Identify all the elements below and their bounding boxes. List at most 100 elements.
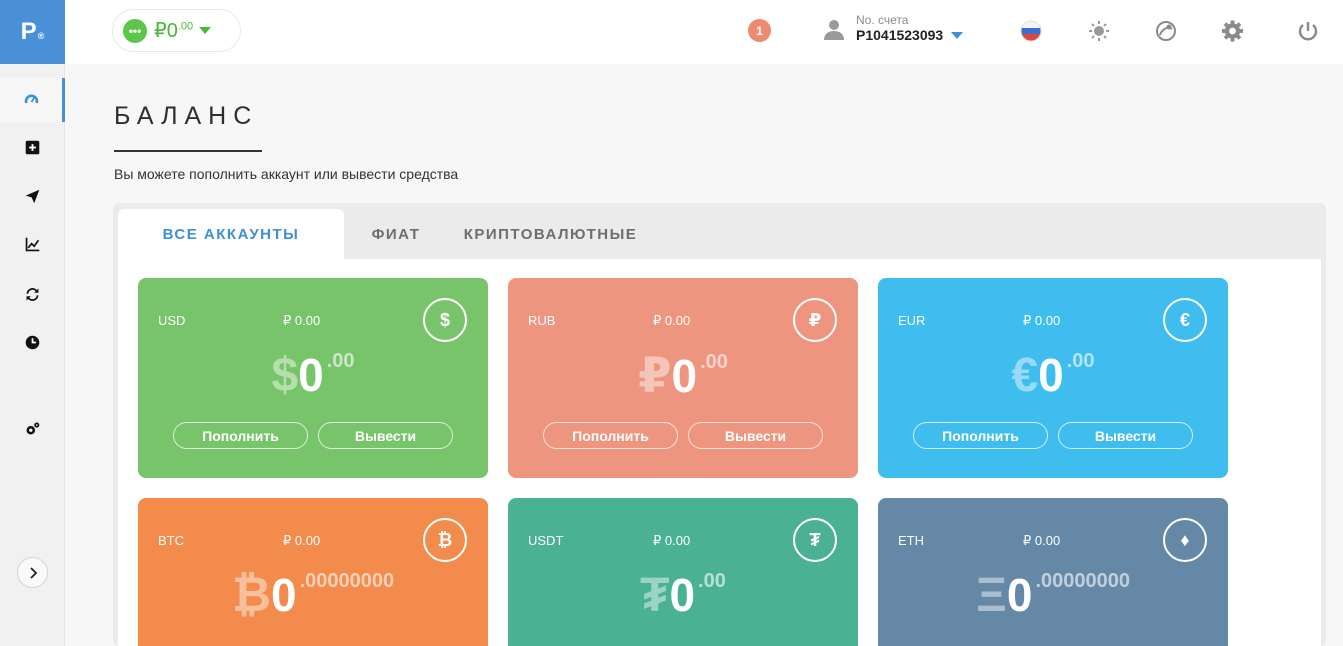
withdraw-button[interactable]: Вывести [1058, 422, 1193, 449]
currency-symbol: ₽ [638, 350, 672, 403]
balance-integer: 0 [298, 349, 324, 401]
exchange-arrows-icon [26, 287, 39, 301]
tab-crypto[interactable]: КРИПТОВАЛЮТНЫЕ [448, 209, 653, 259]
account-balance: ₽0.00 [508, 348, 858, 404]
logo-letter: P [20, 18, 37, 45]
sidebar-item-history[interactable] [0, 320, 65, 364]
sidebar-expand-button[interactable] [17, 557, 48, 588]
account-card-btc: BTC ₽ 0.00 ₿ ₿0.00000000 [138, 498, 488, 646]
sidebar-item-exchange[interactable] [0, 272, 65, 316]
balance-integer: 0 [671, 350, 698, 402]
caret-down-icon [199, 27, 212, 34]
bitcoin-icon: ₿ [423, 518, 467, 562]
cogs-icon [26, 422, 40, 434]
deposit-button[interactable]: Пополнить [913, 422, 1048, 449]
currency-code: USDT [528, 533, 564, 548]
currency-symbol: $ [271, 349, 299, 402]
clock-icon [25, 335, 40, 349]
header-balance-fraction: .00 [177, 20, 194, 33]
sidebar-item-settings[interactable] [0, 406, 65, 450]
account-number: P1041523093 [856, 27, 944, 43]
currency-code: RUB [528, 313, 556, 328]
converted-balance: ₽ 0.00 [1023, 313, 1061, 328]
balance-integer: 0 [270, 569, 297, 621]
balance-integer: 0 [1006, 569, 1033, 621]
logo-mark: ® [37, 31, 45, 41]
user-icon [824, 19, 844, 40]
dollar-icon: $ [423, 298, 467, 342]
theme-toggle[interactable] [1087, 19, 1110, 42]
page-title: БАЛАНС [114, 102, 259, 130]
account-balance: Ξ0.00000000 [878, 568, 1228, 623]
header-balance: ₽0.00 [154, 18, 193, 43]
converted-balance: ₽ 0.00 [283, 313, 321, 328]
paper-plane-icon [25, 189, 40, 203]
page-subtitle: Вы можете пополнить аккаунт или вывести … [114, 166, 459, 182]
currency-symbol: Ξ [975, 569, 1007, 622]
account-balance: €0.00 [878, 348, 1228, 403]
balance-integer: 0 [669, 569, 696, 621]
power-icon [1298, 21, 1317, 40]
language-flag-ru[interactable] [1019, 19, 1042, 42]
balance-fraction: .00 [700, 351, 728, 373]
balance-fraction: .00 [698, 570, 726, 592]
currency-code: EUR [898, 313, 926, 328]
balance-selector[interactable]: ••• ₽0.00 [112, 9, 241, 52]
chart-line-icon [25, 237, 40, 251]
balance-fraction: .00000000 [299, 570, 395, 592]
title-underline [114, 150, 262, 152]
sidebar-item-statistics[interactable] [0, 222, 65, 266]
more-dots-icon: ••• [123, 18, 147, 43]
balance-integer: 0 [1038, 349, 1064, 401]
withdraw-button[interactable]: Вывести [688, 422, 823, 449]
currency-code: BTC [158, 533, 184, 548]
settings-button[interactable] [1221, 19, 1244, 42]
ethereum-icon: ♦ [1163, 518, 1207, 562]
withdraw-button[interactable]: Вывести [318, 422, 453, 449]
euro-icon: € [1163, 298, 1207, 342]
converted-balance: ₽ 0.00 [1023, 533, 1061, 548]
currency-symbol: ₮ [640, 569, 670, 622]
plus-square-icon [25, 140, 40, 154]
account-card-usd: USD ₽ 0.00 $ $0.00 Пополнить Вывести [138, 278, 488, 478]
balance-fraction: .00 [326, 350, 355, 372]
balance-fraction: .00 [1066, 350, 1095, 372]
logout-button[interactable] [1296, 19, 1319, 42]
deposit-button[interactable]: Пополнить [543, 422, 678, 449]
converted-balance: ₽ 0.00 [283, 533, 321, 548]
caret-down-icon [951, 32, 964, 39]
account-balance: ₮0.00 [508, 568, 858, 623]
converted-balance: ₽ 0.00 [653, 313, 691, 328]
currency-symbol: ₿ [231, 569, 271, 622]
converted-balance: ₽ 0.00 [653, 533, 691, 548]
account-card-eth: ETH ₽ 0.00 ♦ Ξ0.00000000 [878, 498, 1228, 646]
notifications-badge[interactable]: 1 [748, 19, 771, 42]
account-label: No. счета [856, 13, 909, 27]
account-selector[interactable]: No. счета P1041523093 [822, 13, 964, 43]
deposit-button[interactable]: Пополнить [173, 422, 308, 449]
account-balance: ₿0.00000000 [138, 568, 488, 623]
app-logo[interactable]: P ® [0, 0, 65, 64]
account-tabs: ВСЕ АККАУНТЫ ФИАТ КРИПТОВАЛЮТНЫЕ [118, 209, 653, 259]
balance-fraction: .00000000 [1035, 570, 1131, 592]
support-icon [1155, 20, 1176, 41]
tab-fiat[interactable]: ФИАТ [344, 209, 448, 259]
sidebar-item-deposit[interactable] [0, 125, 65, 169]
account-card-eur: EUR ₽ 0.00 € €0.00 Пополнить Вывести [878, 278, 1228, 478]
sidebar-item-send[interactable] [0, 174, 65, 218]
account-card-rub: RUB ₽ 0.00 ₽ ₽0.00 Пополнить Вывести [508, 278, 858, 478]
currency-code: ETH [898, 533, 924, 548]
sidebar-item-dashboard[interactable] [0, 78, 65, 122]
currency-code: USD [158, 313, 186, 328]
header-balance-main: ₽0 [154, 20, 178, 42]
sidebar: P ® [0, 0, 65, 646]
russia-flag-icon [1020, 20, 1041, 41]
chevron-right-icon [29, 566, 37, 579]
ruble-icon: ₽ [793, 298, 837, 342]
gear-icon [1221, 19, 1244, 42]
tab-all-accounts[interactable]: ВСЕ АККАУНТЫ [118, 209, 344, 259]
tether-icon: ₮ [793, 518, 837, 562]
top-bar: ••• ₽0.00 1 No. счета P1041523093 [65, 0, 1343, 64]
currency-symbol: € [1011, 349, 1039, 402]
support-button[interactable] [1154, 19, 1177, 42]
